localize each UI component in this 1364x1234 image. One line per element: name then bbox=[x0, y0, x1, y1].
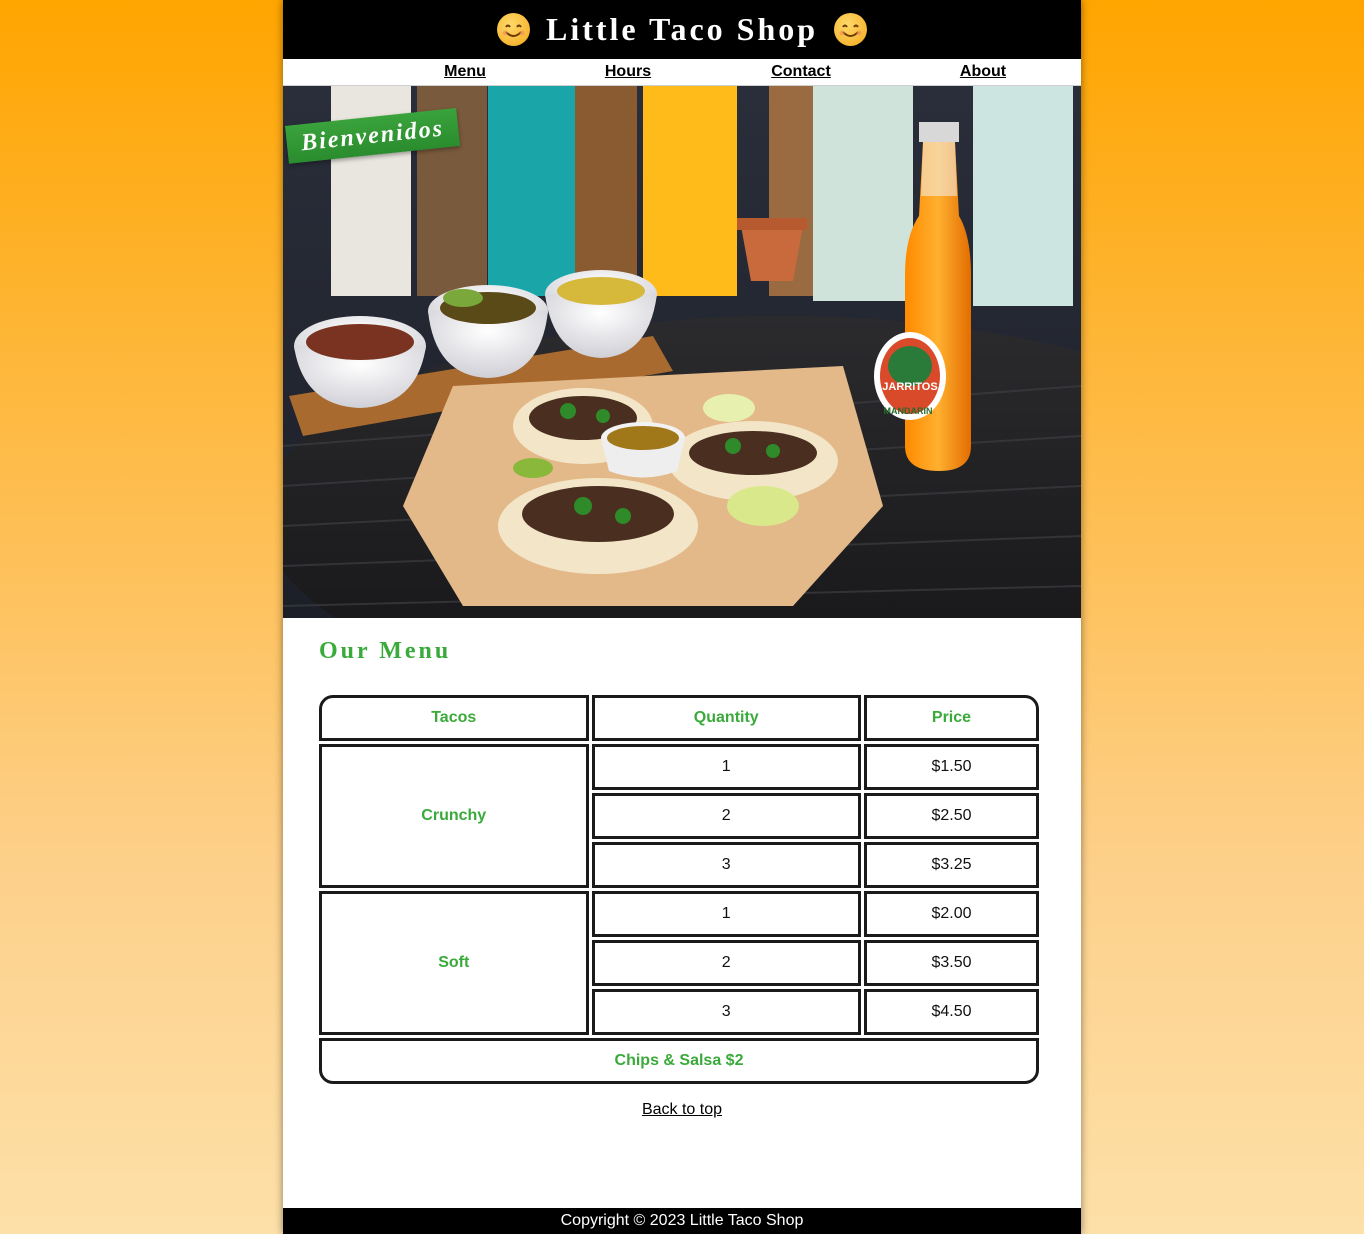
table-footer-row: Chips & Salsa $2 bbox=[319, 1038, 1039, 1084]
price-cell: $3.50 bbox=[863, 940, 1039, 986]
chips-salsa-cell: Chips & Salsa $2 bbox=[319, 1038, 1039, 1084]
back-to-top-link[interactable]: Back to top bbox=[642, 1101, 722, 1118]
nav-link-menu[interactable]: Menu bbox=[405, 59, 525, 85]
site-title-text: Little Taco Shop bbox=[545, 11, 819, 47]
table-row: Crunchy 1 $1.50 bbox=[319, 744, 1039, 888]
back-to-top-container: Back to top bbox=[319, 1101, 1045, 1119]
copyright-text: Copyright © 2023 Little Taco Shop bbox=[560, 1212, 804, 1229]
smiling-face-emoji-icon bbox=[834, 13, 868, 46]
quantity-cell: 3 bbox=[591, 842, 861, 888]
quantity-cell: 3 bbox=[591, 989, 861, 1035]
menu-title: Our Menu bbox=[319, 638, 452, 664]
price-cell: $4.50 bbox=[863, 989, 1039, 1035]
price-cell: $3.25 bbox=[863, 842, 1039, 888]
nav-link-contact[interactable]: Contact bbox=[731, 59, 871, 85]
header-tacos: Tacos bbox=[319, 695, 589, 741]
nav-link-about[interactable]: About bbox=[923, 59, 1043, 85]
quantity-cell: 2 bbox=[591, 940, 861, 986]
main-nav: Menu Hours Contact About bbox=[283, 59, 1081, 86]
price-cell: $1.50 bbox=[863, 744, 1039, 790]
nav-link-hours[interactable]: Hours bbox=[568, 59, 688, 85]
smiling-face-emoji-icon bbox=[496, 13, 530, 46]
site-title: Little Taco Shop bbox=[496, 11, 868, 48]
header-price: Price bbox=[863, 695, 1039, 741]
page-container: Little Taco Shop Menu Hours Contact Abou… bbox=[283, 0, 1081, 1234]
menu-table: Tacos Quantity Price Crunchy 1 $1.50 2 $… bbox=[316, 692, 1042, 1087]
main-content: Our Menu Tacos Quantity Price Crunchy 1 … bbox=[283, 638, 1081, 1119]
bottle-label-text: JARRITOS bbox=[882, 381, 937, 393]
price-cell: $2.00 bbox=[863, 891, 1039, 937]
bottle-flavor-text: MANDARIN bbox=[884, 406, 933, 416]
group-soft: Soft bbox=[319, 891, 589, 1035]
table-row: Soft 1 $2.00 bbox=[319, 891, 1039, 1035]
quantity-cell: 1 bbox=[591, 744, 861, 790]
header-quantity: Quantity bbox=[591, 695, 861, 741]
quantity-cell: 2 bbox=[591, 793, 861, 839]
table-header-row: Tacos Quantity Price bbox=[319, 695, 1039, 741]
site-header: Little Taco Shop bbox=[283, 0, 1081, 59]
group-crunchy: Crunchy bbox=[319, 744, 589, 888]
site-footer: Copyright © 2023 Little Taco Shop bbox=[283, 1208, 1081, 1234]
price-cell: $2.50 bbox=[863, 793, 1039, 839]
tacos-photo: JARRITOS MANDARIN bbox=[283, 86, 1081, 618]
quantity-cell: 1 bbox=[591, 891, 861, 937]
hero-image: JARRITOS MANDARIN Bienvenidos bbox=[283, 86, 1081, 618]
